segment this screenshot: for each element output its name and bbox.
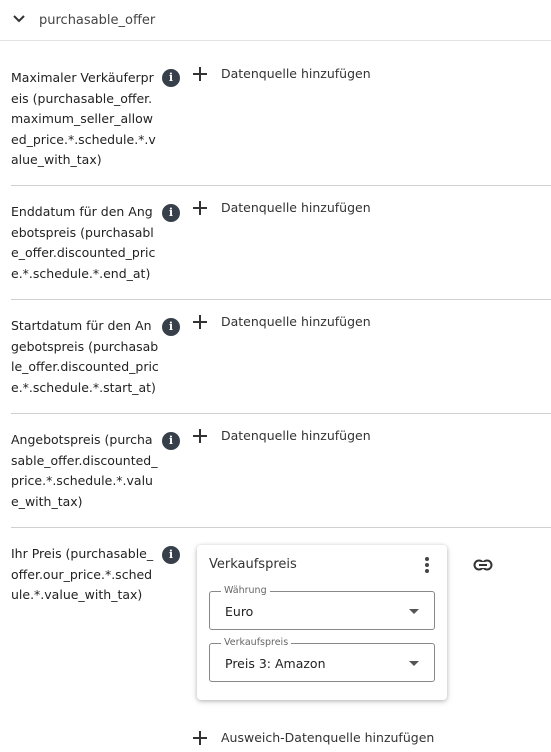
- link-icon[interactable]: [473, 558, 493, 572]
- currency-select-label: Währung: [221, 585, 270, 597]
- info-icon[interactable]: i: [162, 318, 180, 336]
- dropdown-arrow-icon: [409, 661, 419, 666]
- add-datasource-button[interactable]: Datenquelle hinzufügen: [193, 200, 371, 215]
- plus-icon: [193, 730, 207, 745]
- plus-icon: [193, 314, 207, 329]
- add-datasource-button[interactable]: Datenquelle hinzufügen: [193, 314, 371, 329]
- price-select[interactable]: Verkaufspreis Preis 3: Amazon: [209, 637, 435, 682]
- info-icon[interactable]: i: [162, 546, 180, 564]
- price-select-label: Verkaufspreis: [221, 637, 292, 649]
- info-icon[interactable]: i: [162, 204, 180, 222]
- field-label: Ihr Preis (purchasable_offer.our_price.*…: [11, 546, 154, 602]
- divider: [11, 299, 551, 300]
- field-label: Maximaler Verkäuferpreis (purchasable_of…: [11, 70, 156, 167]
- info-icon[interactable]: i: [162, 432, 180, 450]
- add-datasource-label: Datenquelle hinzufügen: [221, 66, 371, 81]
- info-icon[interactable]: i: [162, 69, 180, 87]
- field-label: Enddatum für den Angebotspreis (purchasa…: [11, 204, 156, 281]
- chevron-down-icon[interactable]: [12, 14, 26, 24]
- divider: [11, 527, 551, 528]
- currency-select[interactable]: Währung Euro: [209, 585, 435, 630]
- plus-icon: [193, 200, 207, 215]
- add-fallback-datasource-label: Ausweich-Datenquelle hinzufügen: [221, 730, 435, 745]
- divider: [11, 185, 551, 186]
- section-header[interactable]: purchasable_offer: [0, 0, 551, 41]
- plus-icon: [193, 428, 207, 443]
- add-datasource-label: Datenquelle hinzufügen: [221, 314, 371, 329]
- price-select-value: Preis 3: Amazon: [225, 656, 326, 671]
- field-label: Angebotspreis (purchasable_offer.discoun…: [11, 432, 158, 509]
- add-datasource-label: Datenquelle hinzufügen: [221, 200, 371, 215]
- add-datasource-button[interactable]: Datenquelle hinzufügen: [193, 66, 371, 81]
- more-vert-icon[interactable]: [423, 557, 431, 573]
- card-title: Verkaufspreis: [209, 557, 297, 572]
- add-datasource-label: Datenquelle hinzufügen: [221, 428, 371, 443]
- datasource-card: Verkaufspreis Währung Euro Verkaufspreis…: [197, 545, 447, 700]
- dropdown-arrow-icon: [409, 609, 419, 614]
- divider: [11, 413, 551, 414]
- field-label: Startdatum für den Angebotspreis (purcha…: [11, 318, 159, 395]
- section-title: purchasable_offer: [39, 13, 156, 28]
- plus-icon: [193, 66, 207, 81]
- currency-select-value: Euro: [225, 604, 254, 619]
- add-fallback-datasource-button[interactable]: Ausweich-Datenquelle hinzufügen: [193, 730, 434, 745]
- add-datasource-button[interactable]: Datenquelle hinzufügen: [193, 428, 371, 443]
